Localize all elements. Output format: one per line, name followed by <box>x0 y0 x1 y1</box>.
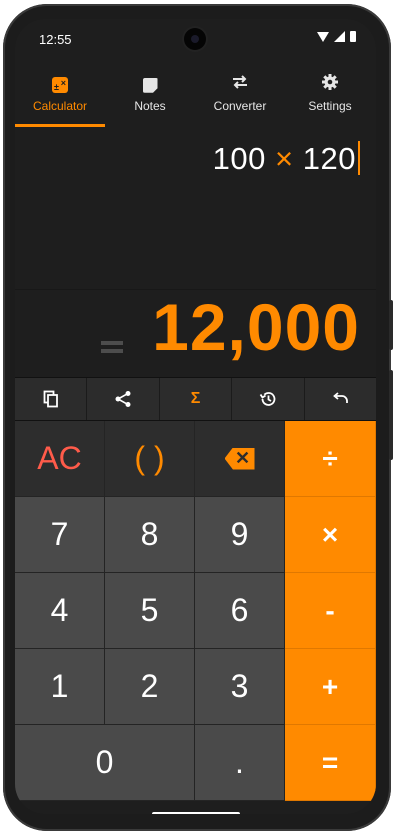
sigma-icon: Σ <box>190 390 201 407</box>
digit-1-button[interactable]: 1 <box>15 649 105 725</box>
result-value: 12,000 <box>152 290 360 364</box>
history-icon <box>259 392 276 406</box>
volume-button <box>389 370 393 460</box>
digit-9-button[interactable]: 9 <box>195 497 285 573</box>
decimal-button[interactable]: . <box>195 725 285 801</box>
sum-button[interactable]: Σ <box>160 378 233 420</box>
swap-arrows-icon <box>195 73 285 95</box>
plus-button[interactable]: + <box>285 649 376 725</box>
gesture-nav-handle[interactable] <box>152 812 240 814</box>
keypad: AC ( ) ✕ ÷ 7 8 9 × 4 5 6 - 1 2 3 + 0 . = <box>15 421 376 814</box>
parentheses-button[interactable]: ( ) <box>105 421 195 497</box>
digit-3-button[interactable]: 3 <box>195 649 285 725</box>
history-button[interactable] <box>232 378 305 420</box>
screen: 12:55 Calculator Notes Converter Setti <box>15 19 376 814</box>
share-button[interactable] <box>87 378 160 420</box>
digit-8-button[interactable]: 8 <box>105 497 195 573</box>
equals-sign-icon <box>101 341 123 357</box>
tab-label: Settings <box>308 99 352 113</box>
tab-label: Calculator <box>32 99 88 113</box>
copy-icon <box>43 390 58 408</box>
gear-icon <box>285 73 375 95</box>
expression-operand: 120 <box>302 141 356 176</box>
calculator-icon <box>15 72 105 98</box>
expression-operator: × <box>275 141 294 176</box>
wifi-icon <box>317 31 329 42</box>
equals-button[interactable]: = <box>285 725 376 801</box>
copy-button[interactable] <box>15 378 88 420</box>
front-camera <box>184 28 206 50</box>
backspace-icon: ✕ <box>224 447 255 470</box>
expression-input[interactable]: 100 × 120 <box>213 141 360 177</box>
text-cursor <box>358 141 360 175</box>
tab-converter[interactable]: Converter <box>195 67 285 127</box>
tab-calculator[interactable]: Calculator <box>15 67 105 127</box>
power-button <box>389 300 393 350</box>
tab-label: Notes <box>134 99 166 113</box>
multiply-button[interactable]: × <box>285 497 376 573</box>
digit-6-button[interactable]: 6 <box>195 573 285 649</box>
status-bar: 12:55 <box>15 19 376 57</box>
notes-icon <box>105 73 195 95</box>
system-icons <box>317 31 356 42</box>
backspace-button[interactable]: ✕ <box>195 421 285 497</box>
tab-bar: Calculator Notes Converter Settings <box>15 67 376 127</box>
tab-label: Converter <box>213 99 267 113</box>
display-toolbar: Σ <box>15 377 376 421</box>
digit-4-button[interactable]: 4 <box>15 573 105 649</box>
digit-7-button[interactable]: 7 <box>15 497 105 573</box>
digit-0-button[interactable]: 0 <box>15 725 195 801</box>
undo-icon <box>333 392 349 403</box>
undo-button[interactable] <box>305 378 376 420</box>
digit-2-button[interactable]: 2 <box>105 649 195 725</box>
clear-button[interactable]: AC <box>15 421 105 497</box>
battery-icon <box>350 31 356 42</box>
status-time: 12:55 <box>39 32 72 47</box>
share-icon <box>115 391 131 407</box>
tab-notes[interactable]: Notes <box>105 67 195 127</box>
signal-icon <box>334 31 345 42</box>
minus-button[interactable]: - <box>285 573 376 649</box>
tab-settings[interactable]: Settings <box>285 67 375 127</box>
expression-operand: 100 <box>212 141 266 176</box>
divide-button[interactable]: ÷ <box>285 421 376 497</box>
digit-5-button[interactable]: 5 <box>105 573 195 649</box>
